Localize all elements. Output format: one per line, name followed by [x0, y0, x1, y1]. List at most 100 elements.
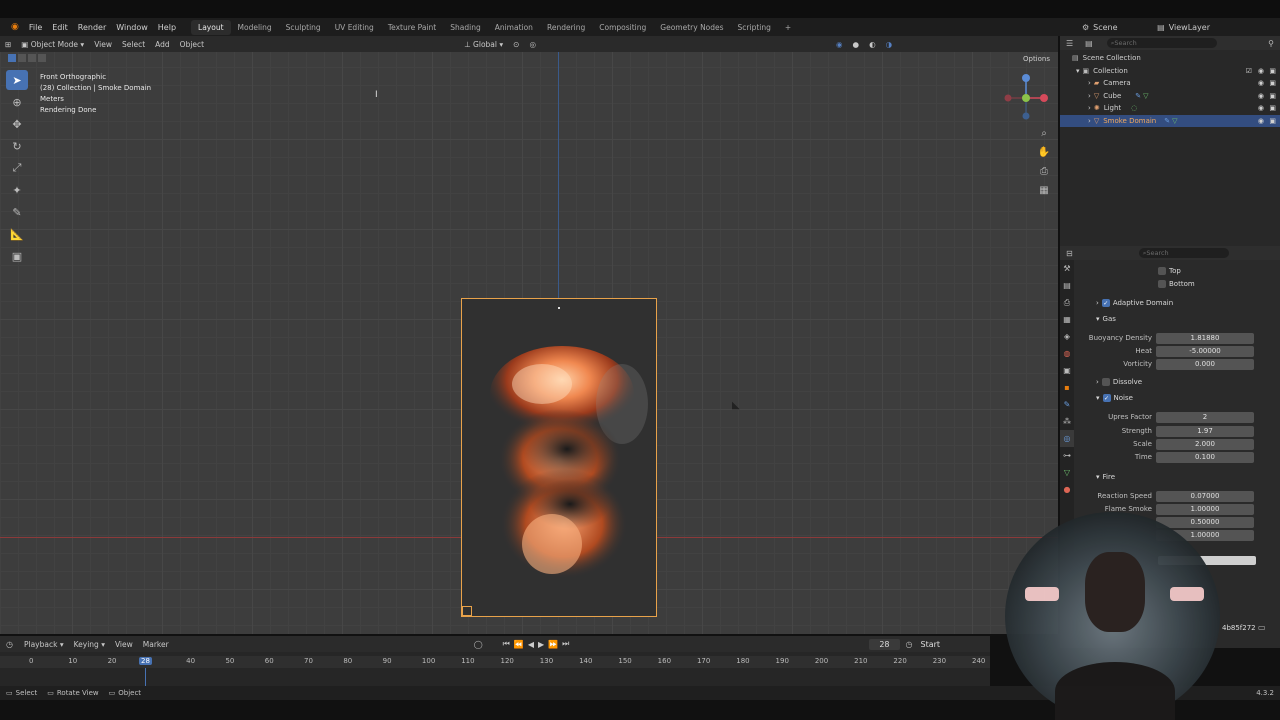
- menu-render[interactable]: Render: [73, 23, 111, 32]
- select-box-mode-icon[interactable]: [8, 54, 16, 62]
- select-tool-icon[interactable]: ➤: [6, 70, 28, 90]
- record-icon[interactable]: ◯: [474, 640, 483, 649]
- collapse-arrow-icon[interactable]: ›: [1088, 104, 1091, 112]
- snap-icon[interactable]: ⊙: [508, 39, 524, 50]
- render-camera-icon[interactable]: ▣: [1269, 92, 1276, 100]
- collapse-arrow-icon[interactable]: ›: [1088, 79, 1091, 87]
- collapse-arrow-icon[interactable]: ›: [1088, 117, 1091, 125]
- current-frame-field[interactable]: 28: [869, 638, 900, 650]
- physics-tab-icon[interactable]: ◎: [1060, 430, 1074, 447]
- particles-tab-icon[interactable]: ⁂: [1060, 413, 1074, 430]
- object-mode-dropdown[interactable]: ▣ Object Mode ▾: [16, 39, 89, 50]
- select-subtract-mode-icon[interactable]: [28, 54, 36, 62]
- expand-arrow-icon[interactable]: ▾: [1076, 67, 1080, 75]
- outliner-editor-icon[interactable]: ☰: [1060, 39, 1079, 48]
- tab-scripting[interactable]: Scripting: [731, 20, 778, 35]
- modifier-tab-icon[interactable]: ✎: [1060, 396, 1074, 413]
- gas-panel[interactable]: ▾ Gas: [1096, 315, 1116, 323]
- view-menu[interactable]: View: [89, 39, 117, 50]
- tab-animation[interactable]: Animation: [488, 20, 540, 35]
- tab-shading[interactable]: Shading: [443, 20, 487, 35]
- scene-name[interactable]: Scene: [1093, 23, 1153, 32]
- object-tab-icon[interactable]: ▪: [1060, 379, 1074, 396]
- output-tab-icon[interactable]: ⎙: [1060, 294, 1074, 311]
- playhead-line[interactable]: [145, 668, 147, 686]
- add-cube-tool-icon[interactable]: ▣: [6, 246, 28, 266]
- proportional-edit-icon[interactable]: ◎: [524, 39, 541, 50]
- transform-tool-icon[interactable]: ✦: [6, 180, 28, 200]
- properties-editor-icon[interactable]: ⊟: [1060, 249, 1079, 258]
- outliner-item-light[interactable]: › ✺ Light ◌ ◉ ▣: [1060, 102, 1280, 115]
- viewlayer-name[interactable]: ViewLayer: [1169, 23, 1210, 32]
- tab-texture-paint[interactable]: Texture Paint: [381, 20, 443, 35]
- select-extend-mode-icon[interactable]: [18, 54, 26, 62]
- tab-sculpting[interactable]: Sculpting: [279, 20, 328, 35]
- menu-help[interactable]: Help: [153, 23, 181, 32]
- collection-tab-icon[interactable]: ▣: [1060, 362, 1074, 379]
- render-camera-icon[interactable]: ▣: [1269, 79, 1276, 87]
- ortho-toggle-icon[interactable]: ▦: [1035, 181, 1053, 199]
- shading-material-icon[interactable]: ◐: [864, 39, 881, 50]
- dissolve-panel[interactable]: › Dissolve: [1096, 378, 1142, 386]
- collapse-arrow-icon[interactable]: ›: [1088, 92, 1091, 100]
- jump-start-icon[interactable]: ⏮: [503, 639, 510, 649]
- tab-uv-editing[interactable]: UV Editing: [328, 20, 381, 35]
- visibility-eye-icon[interactable]: ◉: [1258, 67, 1264, 75]
- zoom-icon[interactable]: ⌕: [1035, 124, 1053, 142]
- prev-keyframe-icon[interactable]: ⏪: [514, 640, 524, 649]
- bottom-option[interactable]: Bottom: [1158, 280, 1195, 288]
- outliner-search-field[interactable]: ⌕ Search: [1106, 38, 1217, 48]
- dissolve-checkbox[interactable]: [1101, 378, 1110, 386]
- jump-end-icon[interactable]: ⏭: [562, 639, 569, 649]
- scale-tool-icon[interactable]: ⤢: [6, 158, 28, 178]
- orientation-dropdown[interactable]: ⊥ Global ▾: [459, 39, 508, 50]
- shading-render-icon[interactable]: ◑: [881, 39, 898, 50]
- collection-row[interactable]: ▾ ▣ Collection ☑ ◉ ▣: [1060, 65, 1280, 78]
- timeline-ruler[interactable]: 0 10 20 28 40 50 60 70 80 90 100 110 120 130 140 150 160…: [0, 656, 990, 686]
- data-tab-icon[interactable]: ▽: [1060, 464, 1074, 481]
- navigation-gizmo[interactable]: [1000, 70, 1052, 122]
- visibility-eye-icon[interactable]: ◉: [1258, 79, 1264, 87]
- options-button[interactable]: Options: [1023, 55, 1050, 63]
- render-camera-icon[interactable]: ▣: [1269, 117, 1276, 125]
- noise-panel[interactable]: ▾ ✓ Noise: [1096, 394, 1133, 402]
- select-invert-mode-icon[interactable]: [38, 54, 46, 62]
- render-camera-icon[interactable]: ▣: [1269, 104, 1276, 112]
- preview-range-icon[interactable]: ◷: [906, 640, 913, 649]
- tool-tab-icon[interactable]: ⚒: [1060, 260, 1074, 277]
- light-object-icon[interactable]: ◣: [732, 400, 740, 411]
- upres-factor-field[interactable]: 2: [1156, 411, 1254, 423]
- playback-menu[interactable]: Playback ▾: [19, 639, 69, 650]
- scale-field[interactable]: 2.000: [1156, 438, 1254, 450]
- menu-edit[interactable]: Edit: [47, 23, 73, 32]
- tab-rendering[interactable]: Rendering: [540, 20, 592, 35]
- measure-tool-icon[interactable]: 📐: [6, 224, 28, 244]
- camera-view-icon[interactable]: ⎙: [1035, 162, 1053, 180]
- start-frame-label[interactable]: Start: [921, 640, 941, 649]
- fire-panel[interactable]: ▾ Fire: [1096, 473, 1115, 481]
- visibility-eye-icon[interactable]: ◉: [1258, 104, 1264, 112]
- adaptive-domain-checkbox[interactable]: ✓: [1101, 299, 1110, 307]
- display-mode-icon[interactable]: ▤: [1079, 39, 1099, 48]
- folder-icon[interactable]: ▭: [1258, 623, 1266, 632]
- material-tab-icon[interactable]: ●: [1060, 481, 1074, 498]
- strength-field[interactable]: 1.97: [1156, 425, 1254, 437]
- collection-checkbox-icon[interactable]: ☑: [1246, 67, 1252, 75]
- editor-type-icon[interactable]: ⊞: [0, 39, 16, 50]
- keying-menu[interactable]: Keying ▾: [69, 639, 110, 650]
- add-workspace-button[interactable]: +: [778, 20, 798, 35]
- annotate-tool-icon[interactable]: ✎: [6, 202, 28, 222]
- buoyancy-density-field[interactable]: 1.81880: [1156, 332, 1254, 344]
- top-checkbox[interactable]: [1158, 267, 1166, 275]
- cursor-tool-icon[interactable]: ⊕: [6, 92, 28, 112]
- outliner-item-smoke-domain[interactable]: › ▽ Smoke Domain ✎ ▽ ◉ ▣: [1060, 114, 1280, 127]
- menu-file[interactable]: File: [24, 23, 47, 32]
- filter-icon[interactable]: ⚲: [1268, 39, 1280, 48]
- render-camera-icon[interactable]: ▣: [1269, 67, 1276, 75]
- outliner-item-cube[interactable]: › ▽ Cube ✎ ▽ ◉ ▣: [1060, 90, 1280, 103]
- fire-field-3[interactable]: 0.50000: [1156, 516, 1254, 528]
- timeline-view-menu[interactable]: View: [110, 639, 138, 650]
- select-menu[interactable]: Select: [117, 39, 150, 50]
- menu-window[interactable]: Window: [111, 23, 153, 32]
- shading-solid-icon[interactable]: ●: [848, 39, 865, 50]
